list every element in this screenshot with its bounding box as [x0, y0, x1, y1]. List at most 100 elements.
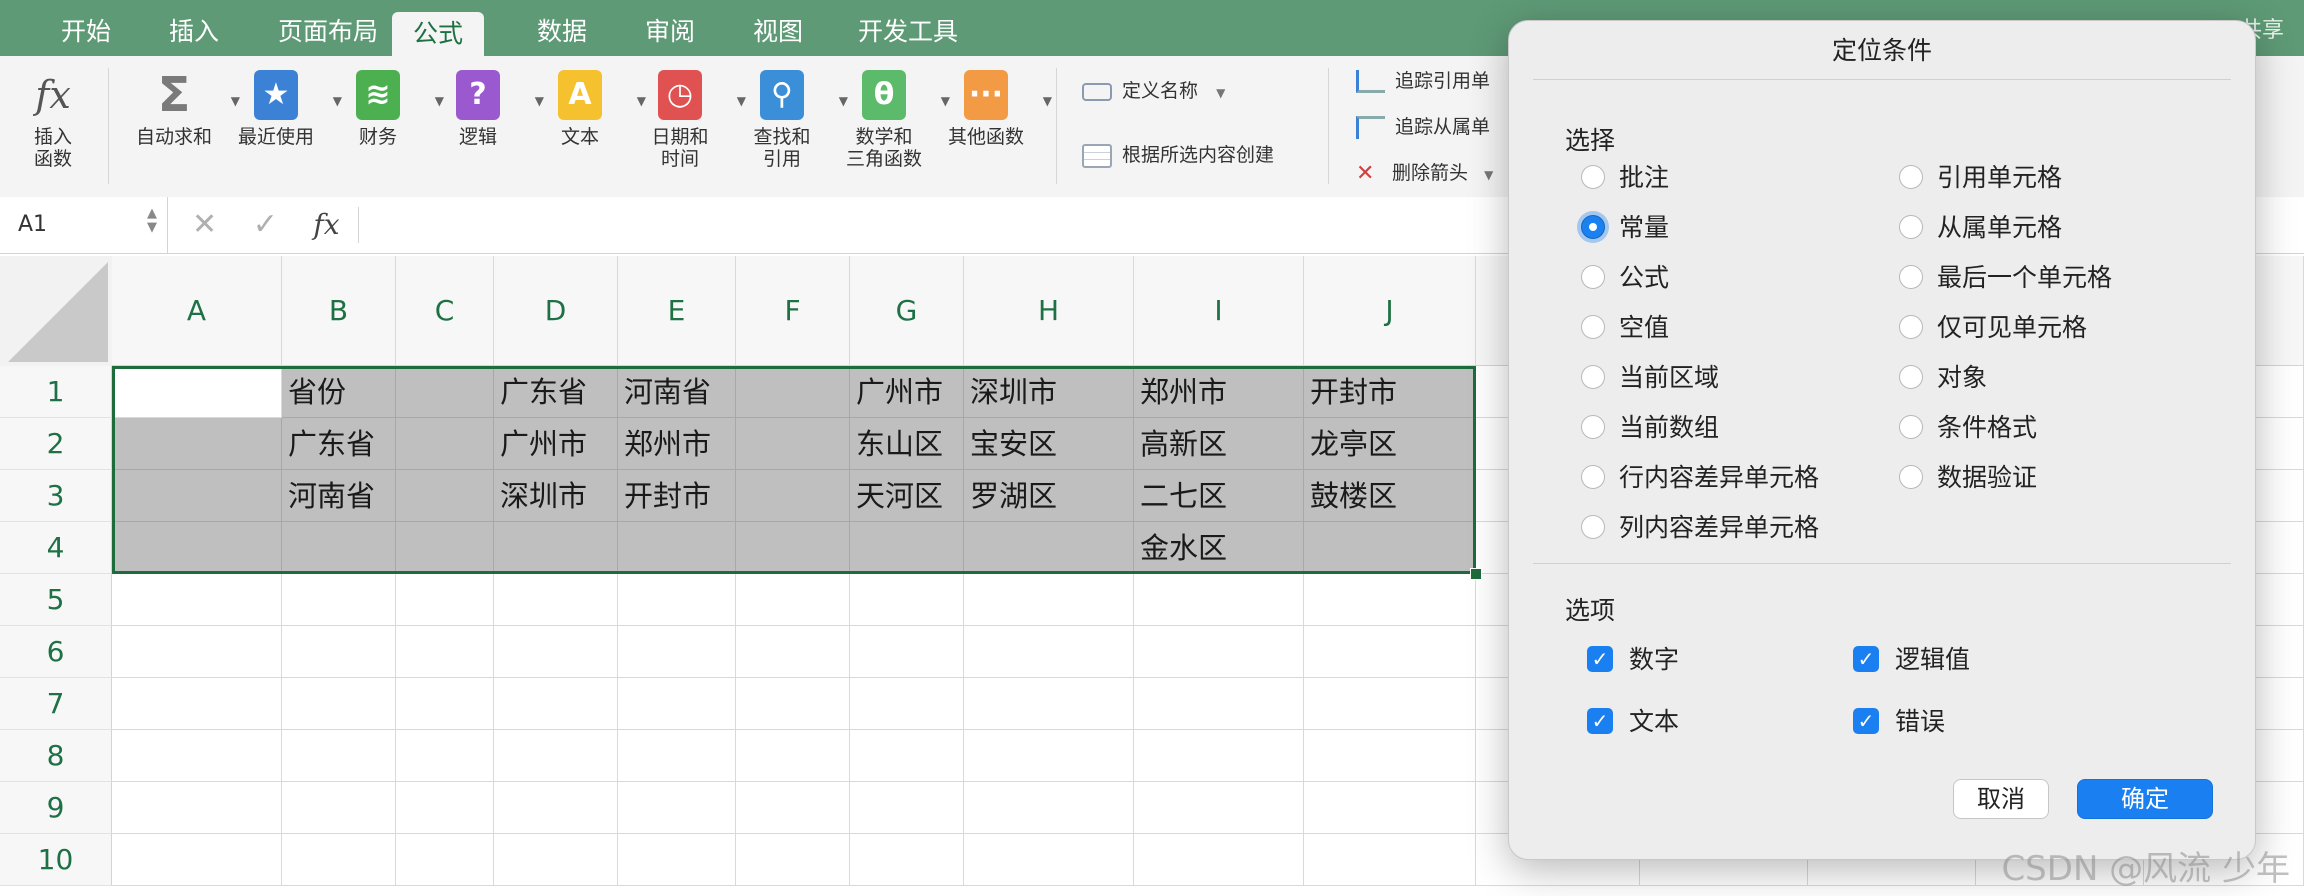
checkbox[interactable]: ✓ — [1853, 708, 1879, 734]
fill-handle[interactable] — [1470, 568, 1482, 580]
cell[interactable] — [618, 834, 736, 886]
cell[interactable] — [1134, 678, 1304, 730]
cell[interactable]: 广东省 — [494, 366, 618, 418]
cell[interactable] — [282, 574, 396, 626]
cell[interactable]: 二七区 — [1134, 470, 1304, 522]
cell[interactable] — [282, 522, 396, 574]
cell[interactable]: 深圳市 — [964, 366, 1134, 418]
cell[interactable] — [618, 626, 736, 678]
cell[interactable]: 郑州市 — [1134, 366, 1304, 418]
cell[interactable] — [1134, 834, 1304, 886]
column-header[interactable]: J — [1304, 256, 1476, 366]
cell[interactable]: 龙亭区 — [1304, 418, 1476, 470]
column-header[interactable]: C — [396, 256, 494, 366]
cell[interactable]: 深圳市 — [494, 470, 618, 522]
cell[interactable]: 金水区 — [1134, 522, 1304, 574]
radio-button[interactable] — [1899, 415, 1923, 439]
cell[interactable] — [282, 834, 396, 886]
cell[interactable] — [736, 522, 850, 574]
trace-precedents-button[interactable]: 追踪引用单 — [1356, 66, 1490, 93]
confirm-check-icon[interactable]: ✓ — [253, 207, 278, 242]
cell[interactable] — [736, 574, 850, 626]
cell[interactable] — [282, 730, 396, 782]
function-group-button-6[interactable]: ⚲ ▼ 查找和 引用 — [736, 70, 848, 170]
cell[interactable] — [736, 730, 850, 782]
radio-option[interactable]: 空值 — [1581, 311, 1669, 345]
row-header[interactable]: 5 — [0, 574, 112, 626]
ok-button[interactable]: 确定 — [2077, 779, 2213, 819]
cell[interactable] — [1304, 678, 1476, 730]
cell[interactable] — [1304, 730, 1476, 782]
cell[interactable] — [396, 522, 494, 574]
cell[interactable]: 省份 — [282, 366, 396, 418]
row-header[interactable]: 7 — [0, 678, 112, 730]
create-from-selection-button[interactable]: 根据所选内容创建 — [1082, 140, 1274, 168]
name-box-stepper-icon[interactable]: ▲ ▼ — [147, 207, 157, 235]
radio-option[interactable]: 批注 — [1581, 161, 1669, 195]
cell[interactable] — [494, 730, 618, 782]
cell[interactable]: 河南省 — [282, 470, 396, 522]
cell[interactable] — [494, 782, 618, 834]
cell[interactable] — [850, 678, 964, 730]
radio-button[interactable] — [1899, 465, 1923, 489]
cell[interactable] — [396, 366, 494, 418]
tab-0[interactable]: 开始 — [40, 0, 132, 56]
cell[interactable] — [964, 834, 1134, 886]
cell[interactable] — [282, 678, 396, 730]
column-header[interactable]: I — [1134, 256, 1304, 366]
cell[interactable] — [736, 470, 850, 522]
cell[interactable] — [112, 522, 282, 574]
function-group-button-5[interactable]: ◷ ▼ 日期和 时间 — [634, 70, 746, 170]
cell[interactable] — [396, 626, 494, 678]
cell[interactable] — [494, 678, 618, 730]
cell[interactable] — [1134, 626, 1304, 678]
tab-1[interactable]: 插入 — [148, 0, 240, 56]
cell[interactable] — [1304, 626, 1476, 678]
cell[interactable] — [850, 522, 964, 574]
cell[interactable] — [618, 730, 736, 782]
cell[interactable] — [112, 834, 282, 886]
cell[interactable] — [964, 678, 1134, 730]
cell[interactable]: 河南省 — [618, 366, 736, 418]
cell[interactable] — [618, 782, 736, 834]
row-header[interactable]: 1 — [0, 366, 112, 418]
radio-button[interactable] — [1581, 415, 1605, 439]
cell[interactable] — [396, 834, 494, 886]
cell[interactable] — [850, 574, 964, 626]
radio-option[interactable]: 当前数组 — [1581, 411, 1719, 445]
tab-4[interactable]: 数据 — [516, 0, 608, 56]
cancel-button[interactable]: 取消 — [1953, 779, 2049, 819]
radio-option[interactable]: 公式 — [1581, 261, 1669, 295]
cell[interactable] — [282, 626, 396, 678]
radio-option[interactable]: 条件格式 — [1899, 411, 2037, 445]
column-header[interactable]: B — [282, 256, 396, 366]
cell[interactable] — [112, 366, 282, 418]
cell[interactable] — [850, 834, 964, 886]
radio-button[interactable] — [1581, 365, 1605, 389]
cell[interactable] — [1304, 782, 1476, 834]
row-header[interactable]: 4 — [0, 522, 112, 574]
cell[interactable] — [618, 522, 736, 574]
column-header[interactable]: H — [964, 256, 1134, 366]
column-header[interactable]: D — [494, 256, 618, 366]
cell[interactable] — [282, 782, 396, 834]
checkbox[interactable]: ✓ — [1587, 708, 1613, 734]
cell[interactable] — [112, 782, 282, 834]
cell[interactable] — [112, 418, 282, 470]
cancel-x-icon[interactable]: ✕ — [192, 207, 217, 242]
radio-option[interactable]: 仅可见单元格 — [1899, 311, 2087, 345]
cell[interactable] — [396, 782, 494, 834]
cell[interactable] — [396, 470, 494, 522]
radio-button[interactable] — [1581, 215, 1605, 239]
cell[interactable]: 郑州市 — [618, 418, 736, 470]
radio-button[interactable] — [1581, 165, 1605, 189]
row-header[interactable]: 2 — [0, 418, 112, 470]
checkbox-option[interactable]: ✓ 逻辑值 — [1853, 643, 1970, 677]
checkbox[interactable]: ✓ — [1853, 646, 1879, 672]
row-header[interactable]: 9 — [0, 782, 112, 834]
cell[interactable] — [964, 522, 1134, 574]
cell[interactable]: 高新区 — [1134, 418, 1304, 470]
cell[interactable] — [494, 626, 618, 678]
cell[interactable] — [964, 782, 1134, 834]
cell[interactable] — [736, 834, 850, 886]
